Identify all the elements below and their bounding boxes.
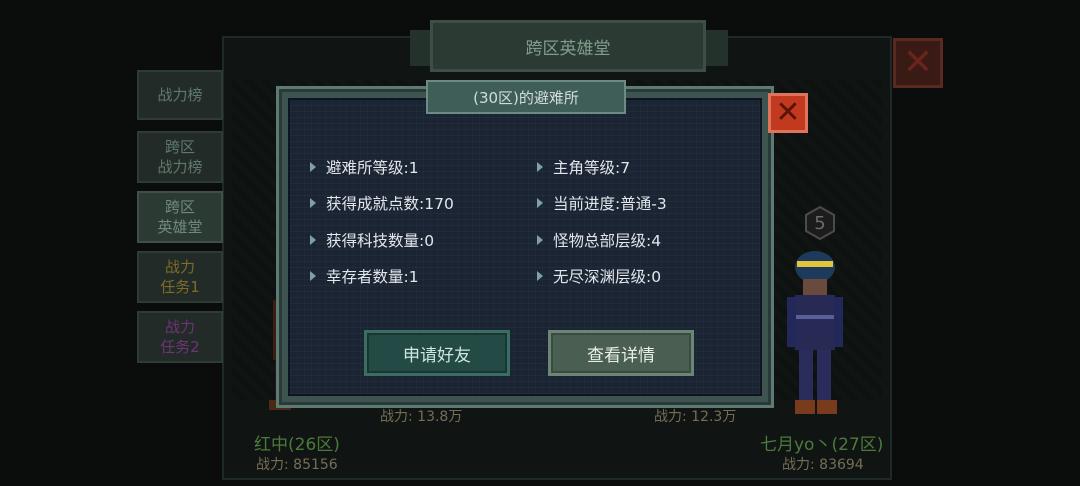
bullet-arrow-icon	[537, 271, 543, 281]
stat-text: 主角等级:7	[553, 159, 631, 177]
dialog-title: (30区)的避难所	[426, 80, 626, 114]
stat-text: 幸存者数量:1	[326, 268, 419, 286]
tab-power-task-1[interactable]: 战力 任务1	[137, 251, 223, 303]
tab-cross-server-power-ranking[interactable]: 跨区 战力榜	[137, 131, 223, 183]
stat-current-progress: 当前进度:普通-3	[537, 192, 667, 214]
view-details-button[interactable]: 查看详情	[548, 330, 694, 376]
stat-text: 怪物总部层级:4	[553, 232, 662, 250]
bullet-arrow-icon	[310, 162, 316, 172]
bullet-arrow-icon	[310, 198, 316, 208]
player-power-right: 战力: 83694	[782, 457, 864, 473]
tab-label: 跨区 英雄堂	[157, 198, 203, 236]
stat-shelter-level: 避难所等级:1	[310, 156, 419, 178]
player-name-left: 红中(26区)	[254, 435, 340, 455]
player-power-left: 战力: 85156	[256, 457, 338, 473]
stat-text: 获得科技数量:0	[326, 232, 435, 250]
window-close-button[interactable]: ✕	[893, 38, 943, 88]
bullet-arrow-icon	[310, 235, 316, 245]
bullet-arrow-icon	[537, 162, 543, 172]
right-hero-avatar[interactable]	[785, 245, 845, 425]
player-power-partial: 战力: 12.3万	[654, 409, 737, 425]
stat-tech-count: 获得科技数量:0	[310, 229, 434, 251]
dialog-close-button[interactable]: ✕	[768, 93, 808, 133]
stat-text: 避难所等级:1	[326, 159, 419, 177]
stat-monster-hq-level: 怪物总部层级:4	[537, 229, 661, 251]
stat-hero-level: 主角等级:7	[537, 156, 630, 178]
bullet-arrow-icon	[310, 271, 316, 281]
tab-power-task-2[interactable]: 战力 任务2	[137, 311, 223, 363]
window-title: 跨区英雄堂	[430, 20, 706, 72]
player-power-partial: 战力: 13.8万	[380, 409, 463, 425]
stat-endless-abyss-level: 无尽深渊层级:0	[537, 265, 661, 287]
tab-power-ranking[interactable]: 战力榜	[137, 70, 223, 120]
tab-label: 战力 任务2	[160, 318, 200, 356]
tab-label: 战力 任务1	[160, 258, 200, 296]
tab-label: 战力榜	[157, 86, 203, 104]
player-name-right: 七月yo丶(27区)	[760, 435, 884, 455]
stat-text: 无尽深渊层级:0	[553, 268, 662, 286]
tab-label: 跨区 战力榜	[157, 138, 203, 176]
stat-text: 当前进度:普通-3	[553, 195, 667, 213]
stat-achievement-points: 获得成就点数:170	[310, 192, 454, 214]
bullet-arrow-icon	[537, 198, 543, 208]
add-friend-button[interactable]: 申请好友	[364, 330, 510, 376]
bullet-arrow-icon	[537, 235, 543, 245]
title-ornament-right	[704, 30, 728, 66]
stat-survivor-count: 幸存者数量:1	[310, 265, 419, 287]
tab-cross-server-hero-hall[interactable]: 跨区 英雄堂	[137, 191, 223, 243]
stat-text: 获得成就点数:170	[326, 195, 454, 213]
rank-badge-number: 5	[814, 212, 826, 234]
